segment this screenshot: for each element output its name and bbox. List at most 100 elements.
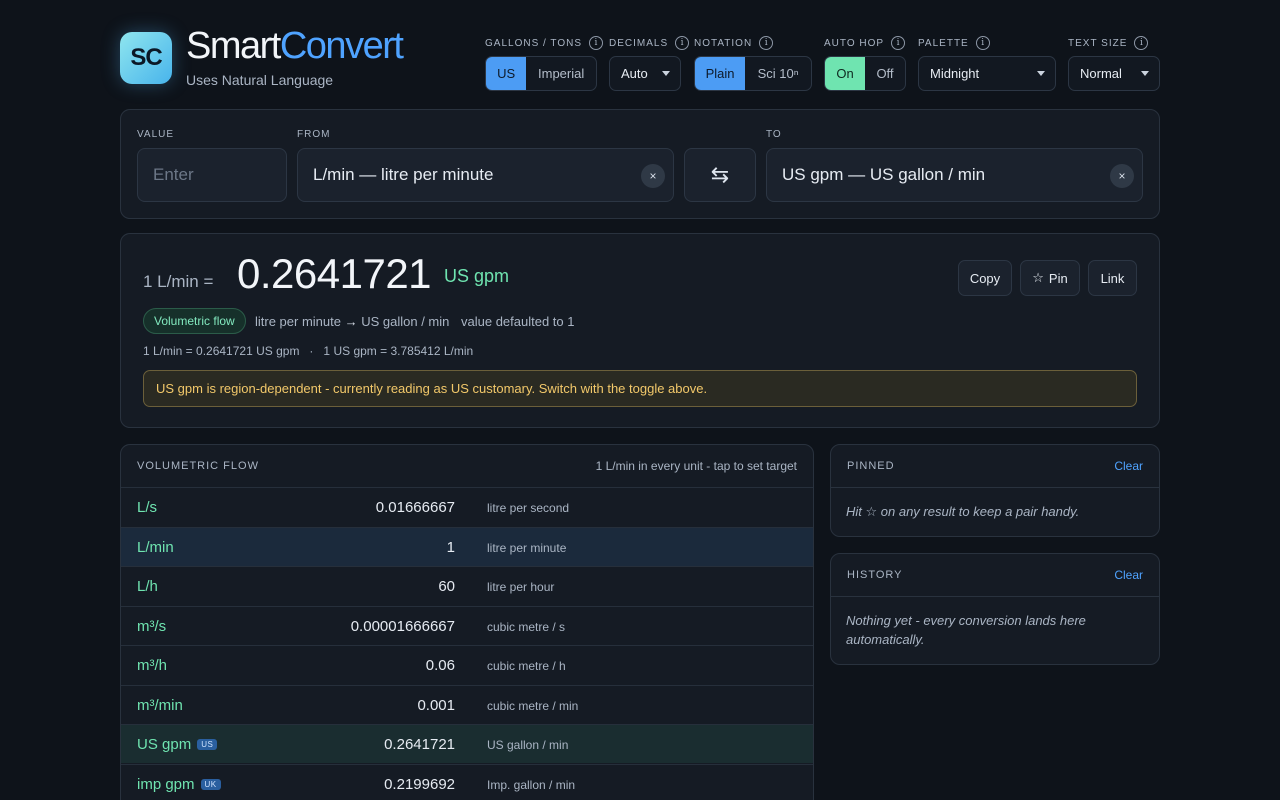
history-empty-text: Nothing yet - every conversion lands her… xyxy=(846,613,1086,647)
unit-symbol: imp gpm UK xyxy=(137,776,221,793)
pinned-title: PINNED xyxy=(847,460,895,472)
table-row[interactable]: m³/s 0.00001666667 cubic metre / s xyxy=(121,606,813,645)
notation-sci-option[interactable]: Sci 10ⁿ xyxy=(745,57,811,90)
unit-value: 0.2199692 xyxy=(384,776,455,793)
palette-label-text: PALETTE xyxy=(918,37,969,49)
unit-value: 0.001 xyxy=(417,697,455,714)
unit-symbol-text: imp gpm xyxy=(137,776,195,793)
from-unit-name: litre per minute xyxy=(255,314,341,329)
value-label: VALUE xyxy=(137,129,175,140)
decimals-select[interactable]: Auto xyxy=(609,56,681,91)
table-row[interactable]: m³/min 0.001 cubic metre / min xyxy=(121,685,813,724)
gallons-tons-label-text: GALLONS / TONS xyxy=(485,37,582,49)
app-subtitle: Uses Natural Language xyxy=(186,72,334,88)
unit-value: 0.06 xyxy=(425,657,455,674)
table-row[interactable]: L/s 0.01666667 litre per second xyxy=(121,487,813,526)
decimals-value: Auto xyxy=(621,66,648,81)
unit-symbol: L/s xyxy=(137,499,157,516)
table-row[interactable]: L/h 60 litre per hour xyxy=(121,566,813,605)
unit-symbol: m³/h xyxy=(137,657,167,674)
clear-from-icon[interactable]: × xyxy=(641,164,665,188)
info-icon[interactable]: i xyxy=(589,36,603,50)
unit-value: 0.2641721 xyxy=(384,736,455,753)
unit-symbol-text: L/min xyxy=(137,539,174,556)
info-icon[interactable]: i xyxy=(1134,36,1149,50)
to-unit-name: US gallon / min xyxy=(361,314,450,329)
info-icon[interactable]: i xyxy=(675,36,690,50)
region-tag: US xyxy=(197,739,218,750)
gallons-imperial-option[interactable]: Imperial xyxy=(526,57,596,90)
history-divider xyxy=(831,596,1159,597)
unit-symbol-text: m³/s xyxy=(137,618,167,635)
result-value: 0.2641721 xyxy=(237,250,432,297)
pinned-clear-link[interactable]: Clear xyxy=(1114,459,1143,473)
history-clear-link[interactable]: Clear xyxy=(1114,568,1143,582)
info-icon[interactable]: i xyxy=(891,36,906,50)
info-icon[interactable]: i xyxy=(759,36,774,50)
result-from-expression: 1 L/min = xyxy=(143,272,214,291)
decimals-label-text: DECIMALS xyxy=(609,37,669,49)
table-row[interactable]: m³/h 0.06 cubic metre / h xyxy=(121,645,813,684)
link-button[interactable]: Link xyxy=(1088,260,1137,296)
star-icon: ☆ xyxy=(1032,270,1044,285)
to-unit-input[interactable]: US gpm — US gallon / min × xyxy=(766,148,1143,202)
palette-label: PALETTE i xyxy=(918,36,990,50)
notation-toggle: Plain Sci 10ⁿ xyxy=(694,56,812,91)
app-title-part2: Convert xyxy=(279,25,404,67)
notation-label: NOTATION i xyxy=(694,36,774,50)
auto-hop-off-option[interactable]: Off xyxy=(865,57,905,90)
unit-value: 0.01666667 xyxy=(375,499,455,516)
from-unit-value: L/min — litre per minute xyxy=(313,165,494,184)
copy-button[interactable]: Copy xyxy=(958,260,1012,296)
table-row[interactable]: US gpm US 0.2641721 US gallon / min xyxy=(121,724,813,763)
text-size-label: TEXT SIZE i xyxy=(1068,36,1149,50)
auto-hop-label-text: AUTO HOP xyxy=(824,37,885,49)
unit-value: 1 xyxy=(446,539,455,556)
table-row[interactable]: imp gpm UK 0.2199692 Imp. gallon / min xyxy=(121,764,813,800)
region-warning: US gpm is region-dependent - currently r… xyxy=(143,370,1137,407)
link-button-label: Link xyxy=(1100,270,1125,286)
text-size-select[interactable]: Normal xyxy=(1068,56,1160,91)
category-chip[interactable]: Volumetric flow xyxy=(143,308,246,334)
pin-button-label: Pin xyxy=(1048,270,1068,286)
unit-symbol: L/min xyxy=(137,539,174,556)
value-input[interactable]: Enter xyxy=(137,148,287,202)
swap-units-button[interactable]: ⇆ xyxy=(684,148,756,202)
gallons-tons-toggle: US Imperial xyxy=(485,56,597,91)
history-title: HISTORY xyxy=(847,569,903,581)
palette-select[interactable]: Midnight xyxy=(918,56,1056,91)
from-unit-input[interactable]: L/min — litre per minute × xyxy=(297,148,674,202)
unit-description: litre per second xyxy=(487,501,570,515)
notation-plain-option[interactable]: Plain xyxy=(695,57,746,90)
unit-description: Imp. gallon / min xyxy=(487,778,576,792)
text-size-value: Normal xyxy=(1080,66,1122,81)
unit-description: cubic metre / h xyxy=(487,659,566,673)
from-label: FROM xyxy=(297,129,331,140)
value-placeholder: Enter xyxy=(153,165,194,184)
to-unit-value: US gpm — US gallon / min xyxy=(782,165,986,184)
pinned-panel xyxy=(830,444,1160,537)
unit-description: cubic metre / s xyxy=(487,620,566,634)
unit-symbol-text: m³/h xyxy=(137,657,167,674)
conversion-formula: 1 L/min = 0.2641721 US gpm · 1 US gpm = … xyxy=(143,344,474,358)
pin-button[interactable]: ☆ Pin xyxy=(1020,260,1080,296)
auto-hop-on-option[interactable]: On xyxy=(825,57,865,90)
to-label: TO xyxy=(766,129,782,140)
arrow-right-icon: → xyxy=(344,314,358,329)
pinned-divider xyxy=(831,487,1159,488)
app-title-part1: Smart xyxy=(186,25,281,67)
logo-badge: SC xyxy=(120,32,172,84)
table-row[interactable]: L/min 1 litre per minute xyxy=(121,527,813,566)
default-value-note: value defaulted to 1 xyxy=(461,314,575,329)
gallons-tons-label: GALLONS / TONS i xyxy=(485,36,603,50)
unit-value: 0.00001666667 xyxy=(350,618,455,635)
unit-description: litre per minute xyxy=(487,541,567,555)
unit-symbol: US gpm US xyxy=(137,736,218,753)
clear-to-icon[interactable]: × xyxy=(1110,164,1134,188)
region-tag: UK xyxy=(200,779,221,790)
unit-value: 60 xyxy=(438,578,455,595)
info-icon[interactable]: i xyxy=(975,36,990,50)
chevron-down-icon xyxy=(1141,71,1149,76)
auto-hop-label: AUTO HOP i xyxy=(824,36,906,50)
gallons-us-option[interactable]: US xyxy=(486,57,527,90)
